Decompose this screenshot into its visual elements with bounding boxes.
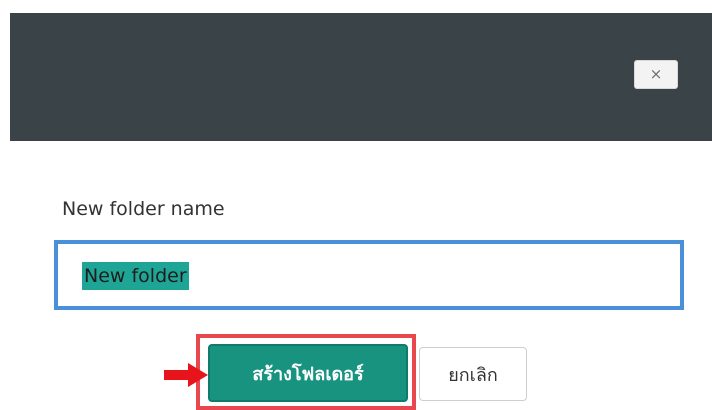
folder-name-input[interactable]: New folder bbox=[54, 240, 684, 310]
close-button[interactable]: × bbox=[634, 60, 678, 89]
cancel-button[interactable]: ยกเลิก bbox=[419, 347, 527, 401]
dialog-header bbox=[10, 13, 712, 141]
close-icon: × bbox=[649, 65, 663, 83]
red-arrow-icon bbox=[164, 363, 208, 387]
new-folder-dialog: × New folder name New folder สร้างโฟลเดอ… bbox=[0, 0, 712, 410]
create-folder-button[interactable]: สร้างโฟลเดอร์ bbox=[208, 344, 408, 402]
folder-name-label: New folder name bbox=[62, 198, 225, 220]
folder-name-value: New folder bbox=[82, 262, 189, 290]
